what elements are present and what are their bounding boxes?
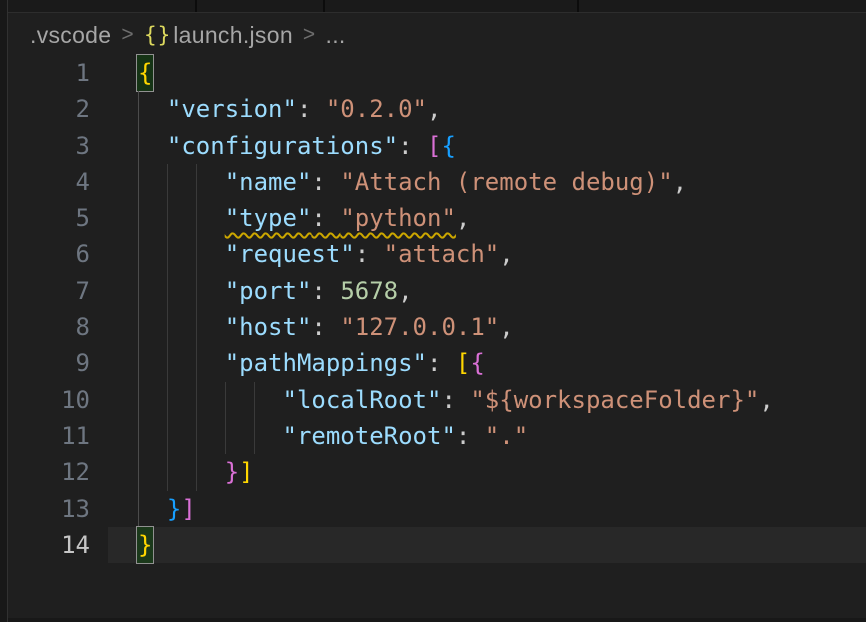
line-number[interactable]: 9 bbox=[8, 345, 90, 381]
code-line[interactable]: 11 "remoteRoot": "." bbox=[8, 418, 866, 454]
vscode-editor-window: .vscode > {} launch.json > ... 1{2 "vers… bbox=[0, 0, 866, 622]
code-lines: 1{2 "version": "0.2.0",3 "configurations… bbox=[8, 55, 866, 563]
breadcrumb-folder[interactable]: .vscode bbox=[30, 22, 111, 49]
code-text: "version": "0.2.0", bbox=[138, 91, 441, 127]
code-line[interactable]: 10 "localRoot": "${workspaceFolder}", bbox=[8, 382, 866, 418]
line-number[interactable]: 10 bbox=[8, 382, 90, 418]
code-line[interactable]: 5 "type": "python", bbox=[8, 200, 866, 236]
line-number[interactable]: 4 bbox=[8, 164, 90, 200]
window-bottom-edge bbox=[8, 618, 866, 622]
code-text: "remoteRoot": "." bbox=[138, 418, 528, 454]
code-line[interactable]: 14} bbox=[8, 527, 866, 563]
code-text: } bbox=[138, 527, 152, 563]
editor-left-border bbox=[0, 0, 8, 622]
line-number[interactable]: 7 bbox=[8, 273, 90, 309]
code-text: "type": "python", bbox=[138, 200, 470, 236]
chevron-right-icon: > bbox=[121, 23, 134, 47]
code-line[interactable]: 9 "pathMappings": [{ bbox=[8, 345, 866, 381]
code-line[interactable]: 1{ bbox=[8, 55, 866, 91]
line-number[interactable]: 12 bbox=[8, 454, 90, 490]
line-number[interactable]: 3 bbox=[8, 128, 90, 164]
breadcrumb-file[interactable]: launch.json bbox=[173, 22, 293, 49]
tab-separator bbox=[577, 0, 579, 12]
breadcrumb: .vscode > {} launch.json > ... bbox=[8, 14, 346, 56]
line-number[interactable]: 5 bbox=[8, 200, 90, 236]
line-number[interactable]: 1 bbox=[8, 55, 90, 91]
code-line[interactable]: 6 "request": "attach", bbox=[8, 236, 866, 272]
current-line-highlight bbox=[108, 527, 866, 563]
bracket-match-highlight: { bbox=[137, 55, 153, 91]
line-number[interactable]: 11 bbox=[8, 418, 90, 454]
line-number[interactable]: 2 bbox=[8, 91, 90, 127]
tab-bar[interactable] bbox=[8, 0, 866, 13]
code-text: }] bbox=[138, 454, 254, 490]
tab-separator bbox=[323, 0, 325, 12]
code-text: "pathMappings": [{ bbox=[138, 345, 485, 381]
code-text: "configurations": [{ bbox=[138, 128, 456, 164]
code-text: }] bbox=[138, 491, 196, 527]
line-number[interactable]: 6 bbox=[8, 236, 90, 272]
code-line[interactable]: 8 "host": "127.0.0.1", bbox=[8, 309, 866, 345]
code-text: "localRoot": "${workspaceFolder}", bbox=[138, 382, 774, 418]
code-line[interactable]: 3 "configurations": [{ bbox=[8, 128, 866, 164]
code-text: "port": 5678, bbox=[138, 273, 413, 309]
code-line[interactable]: 2 "version": "0.2.0", bbox=[8, 91, 866, 127]
code-line[interactable]: 12 }] bbox=[8, 454, 866, 490]
code-editor[interactable]: 1{2 "version": "0.2.0",3 "configurations… bbox=[8, 55, 866, 563]
line-number[interactable]: 8 bbox=[8, 309, 90, 345]
code-line[interactable]: 13 }] bbox=[8, 491, 866, 527]
bracket-match-highlight: } bbox=[137, 527, 153, 563]
code-text: { bbox=[138, 55, 152, 91]
json-file-icon: {} bbox=[144, 23, 171, 47]
line-number[interactable]: 14 bbox=[8, 527, 90, 563]
code-line[interactable]: 7 "port": 5678, bbox=[8, 273, 866, 309]
code-text: "host": "127.0.0.1", bbox=[138, 309, 514, 345]
code-text: "request": "attach", bbox=[138, 236, 514, 272]
chevron-right-icon: > bbox=[303, 23, 316, 47]
breadcrumb-symbol-ellipsis[interactable]: ... bbox=[326, 22, 346, 49]
code-text: "name": "Attach (remote debug)", bbox=[138, 164, 687, 200]
code-line[interactable]: 4 "name": "Attach (remote debug)", bbox=[8, 164, 866, 200]
line-number[interactable]: 13 bbox=[8, 491, 90, 527]
tab-separator bbox=[195, 0, 197, 12]
